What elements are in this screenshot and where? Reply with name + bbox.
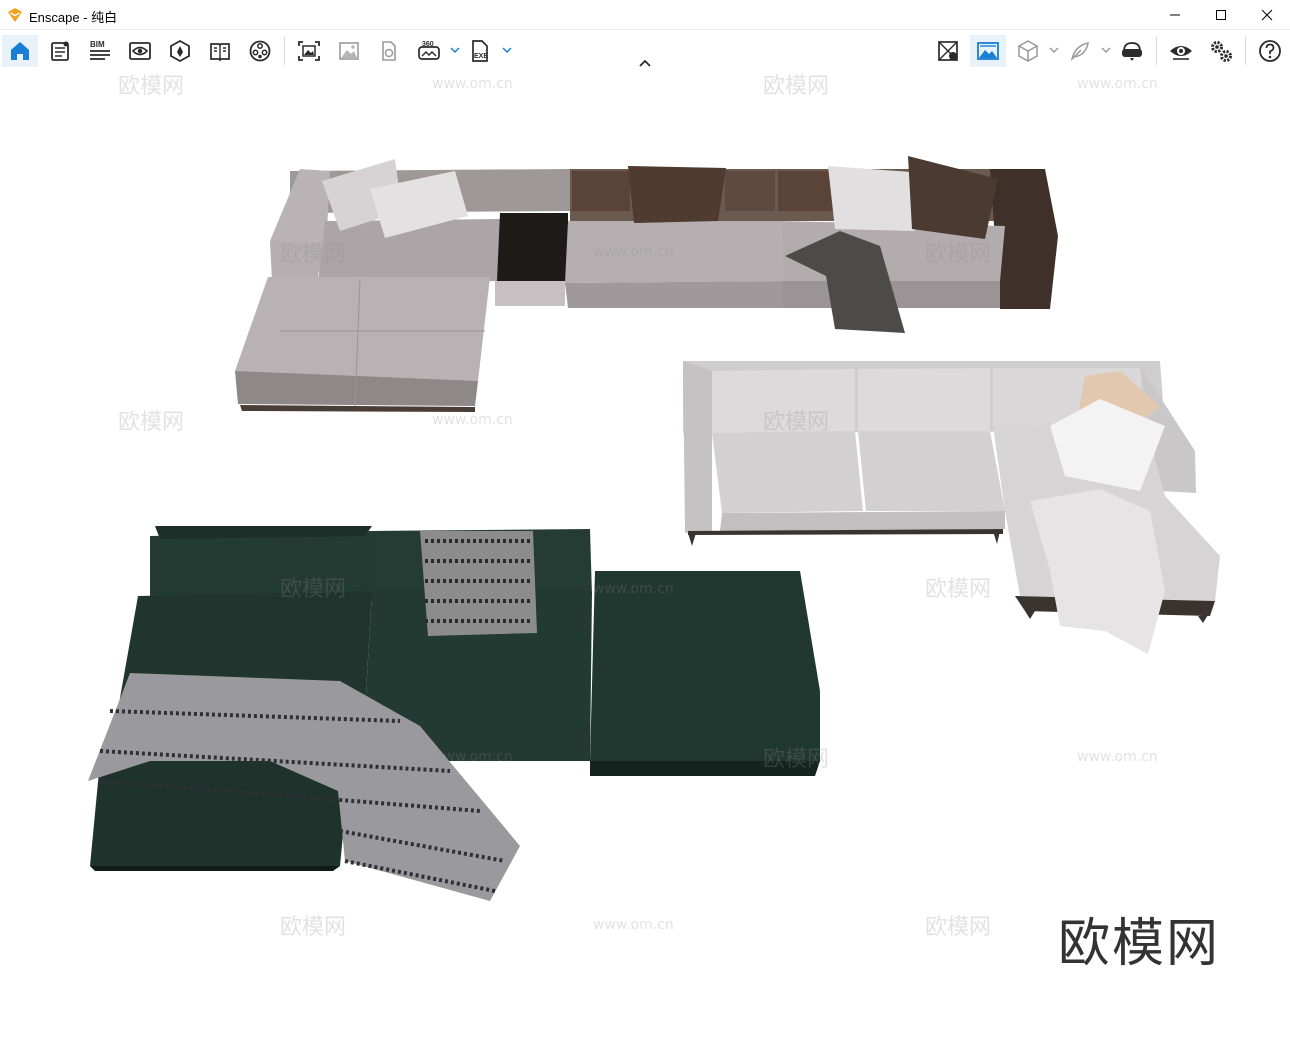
render-360-button[interactable]: 360 xyxy=(411,35,447,67)
panorama-icon xyxy=(382,41,396,61)
site-context-button[interactable] xyxy=(162,35,198,67)
watermark-url: www.om.cn xyxy=(1077,749,1158,765)
minimize-icon xyxy=(1170,14,1180,16)
render-viewport[interactable]: 欧模网 欧模网 www.om.cn www.om.cn 欧模网 欧模网 www.… xyxy=(0,71,1290,1038)
material-book-button[interactable] xyxy=(202,35,238,67)
watermark-text: 欧模网 xyxy=(118,410,184,435)
toolbar-separator xyxy=(1245,37,1246,65)
watermark-url: www.om.cn xyxy=(593,244,674,260)
close-button[interactable] xyxy=(1244,0,1290,30)
help-button[interactable] xyxy=(1252,35,1288,67)
watermark-url: www.om.cn xyxy=(432,76,513,92)
notes-icon xyxy=(51,41,69,61)
vr-headset-button[interactable] xyxy=(1114,35,1150,67)
watermark-url: www.om.cn xyxy=(593,581,674,597)
watermark-text: 欧模网 xyxy=(925,915,991,940)
visual-settings-button[interactable] xyxy=(1163,35,1199,67)
batch-render-button[interactable] xyxy=(331,35,367,67)
orthographic-button[interactable] xyxy=(1010,35,1046,67)
bim-label: BIM xyxy=(90,40,105,49)
brand-watermark-logo: 欧模网 xyxy=(1058,914,1221,974)
watermark-url: www.om.cn xyxy=(593,917,674,933)
sync-image-icon xyxy=(977,42,999,60)
batch-render-icon xyxy=(339,42,359,60)
watermark-url: www.om.cn xyxy=(1077,76,1158,92)
watermark-text: 欧模网 xyxy=(118,74,184,99)
enscape-toolbar: BIM 360 EXE xyxy=(0,31,1290,71)
render-360-icon: 360 xyxy=(418,41,440,60)
export-exe-button[interactable]: EXE xyxy=(463,35,499,67)
panorama-button[interactable] xyxy=(371,35,407,67)
close-icon xyxy=(1261,9,1273,21)
maximize-icon xyxy=(1216,10,1226,20)
toolbar-separator xyxy=(1156,37,1157,65)
render-360-label: 360 xyxy=(422,41,434,48)
watermark-text: 欧模网 xyxy=(280,242,346,267)
material-book-icon xyxy=(210,43,230,62)
screenshot-button[interactable] xyxy=(291,35,327,67)
watermark-url: www.om.cn xyxy=(432,412,513,428)
green-velvet-modular-sofa xyxy=(88,526,820,901)
help-icon xyxy=(1259,40,1281,62)
chevron-down-icon[interactable] xyxy=(1048,44,1060,56)
watermark-text: 欧模网 xyxy=(763,74,829,99)
export-exe-label: EXE xyxy=(474,53,488,60)
watermark-text: 欧模网 xyxy=(925,577,991,602)
home-icon xyxy=(11,42,29,60)
scene-render: 欧模网 欧模网 www.om.cn www.om.cn 欧模网 欧模网 www.… xyxy=(88,74,1220,940)
watermark-text: 欧模网 xyxy=(763,410,829,435)
title-bar[interactable]: Enscape - 纯白 xyxy=(0,0,1290,30)
watermark-url: www.om.cn xyxy=(432,749,513,765)
views-button[interactable] xyxy=(122,35,158,67)
watermark-text: 欧模网 xyxy=(280,577,346,602)
gears-icon xyxy=(1211,41,1232,62)
bim-button[interactable]: BIM xyxy=(82,35,118,67)
toolbar-separator xyxy=(284,37,285,65)
screenshot-icon xyxy=(298,41,320,61)
enscape-logo-icon xyxy=(8,8,22,22)
general-settings-button[interactable] xyxy=(1203,35,1239,67)
maximize-button[interactable] xyxy=(1198,0,1244,30)
chevron-down-icon[interactable] xyxy=(449,44,461,56)
view-eye-icon xyxy=(129,42,151,60)
chevron-down-icon[interactable] xyxy=(1100,44,1112,56)
site-context-icon xyxy=(170,39,190,63)
material-editor-icon xyxy=(938,41,958,61)
chevron-up-icon[interactable] xyxy=(637,56,653,70)
watermark-text: 欧模网 xyxy=(280,915,346,940)
asset-library-icon xyxy=(249,40,271,62)
minimize-button[interactable] xyxy=(1152,0,1198,30)
vr-headset-icon xyxy=(1122,42,1142,61)
sync-updates-button[interactable] xyxy=(970,35,1006,67)
window-title: Enscape - 纯白 xyxy=(29,10,118,25)
chevron-down-icon[interactable] xyxy=(501,44,513,56)
feather-icon xyxy=(1070,42,1089,62)
notes-button[interactable] xyxy=(42,35,78,67)
cube-icon xyxy=(1018,40,1038,62)
bim-icon: BIM xyxy=(90,40,110,60)
material-editor-button[interactable] xyxy=(930,35,966,67)
export-exe-icon: EXE xyxy=(472,40,488,62)
eye-icon xyxy=(1170,46,1192,60)
capture-feather-button[interactable] xyxy=(1062,35,1098,67)
asset-library-button[interactable] xyxy=(242,35,278,67)
watermark-text: 欧模网 xyxy=(763,747,829,772)
home-button[interactable] xyxy=(2,35,38,67)
watermark-text: 欧模网 xyxy=(925,242,991,267)
